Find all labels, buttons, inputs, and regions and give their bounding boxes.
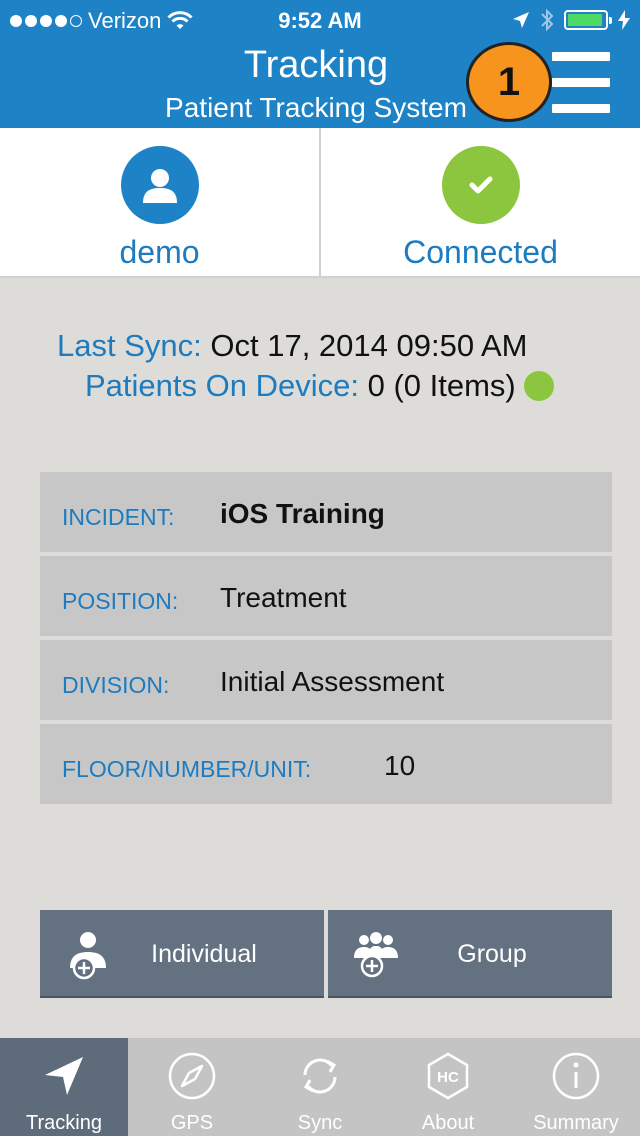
user-icon [120,146,199,224]
action-buttons: Individual Group [40,910,612,998]
compass-icon [166,1050,218,1102]
position-label: POSITION: [62,588,179,614]
tab-summary[interactable]: Summary [512,1038,640,1136]
division-field[interactable]: DIVISION: Initial Assessment [40,640,612,720]
tab-tracking[interactable]: Tracking [0,1038,128,1136]
division-value: Initial Assessment [220,666,445,697]
connection-tile[interactable]: Connected [319,128,640,276]
check-icon [441,146,520,224]
location-arrow-icon [513,12,529,28]
battery-icon [564,10,612,30]
position-field[interactable]: POSITION: Treatment [40,556,612,636]
tab-label: Sync [297,1112,343,1134]
charging-bolt-icon [618,10,630,30]
bluetooth-icon [541,8,554,32]
group-button[interactable]: Group [328,910,612,998]
tab-label: Summary [533,1112,619,1134]
sync-icon [294,1050,346,1102]
floor-value: 10 [384,750,416,781]
user-tile[interactable]: demo [0,128,319,276]
status-tiles: demo Connected [0,128,640,278]
tab-sync[interactable]: Sync [256,1038,384,1136]
hc-logo-icon: HC [422,1050,474,1102]
hamburger-line [552,104,610,113]
group-label: Group [457,940,527,968]
tab-about[interactable]: HC About [384,1038,512,1136]
hamburger-line [552,52,610,61]
division-label: DIVISION: [62,672,170,698]
individual-label: Individual [151,940,257,968]
username-label: demo [119,234,200,270]
tab-bar: Tracking GPS Sync HC About Summary [0,1038,640,1136]
step-badge: 1 [466,42,552,122]
incident-label: INCIDENT: [62,504,175,530]
patients-label: Patients On Device: [85,368,359,403]
status-right [512,8,630,32]
app-header: Verizon 9:52 AM Tracking Patient Trackin… [0,0,640,128]
status-bar: Verizon 9:52 AM [0,0,640,40]
patients-value: 0 (0 Items) [367,368,516,403]
tab-label: Tracking [26,1112,102,1134]
connection-status-label: Connected [403,234,558,270]
floor-label: FLOOR/NUMBER/UNIT: [62,756,312,782]
incident-fields: INCIDENT: iOS Training POSITION: Treatme… [40,472,612,808]
floor-field[interactable]: FLOOR/NUMBER/UNIT: 10 [40,724,612,804]
tab-gps[interactable]: GPS [128,1038,256,1136]
patients-row: Patients On Device: 0 (0 Items) [85,366,554,406]
incident-value: iOS Training [220,498,385,529]
tab-label: About [421,1112,475,1134]
menu-button[interactable] [552,52,610,113]
navigation-arrow-icon [38,1050,90,1102]
incident-field[interactable]: INCIDENT: iOS Training [40,472,612,552]
last-sync-label: Last Sync: [57,328,202,363]
individual-button[interactable]: Individual [40,910,324,998]
hamburger-line [552,78,610,87]
last-sync-row: Last Sync: Oct 17, 2014 09:50 AM [57,326,527,366]
sync-status-dot-icon [523,371,554,401]
last-sync-value: Oct 17, 2014 09:50 AM [210,328,528,363]
position-value: Treatment [220,582,347,613]
tab-label: GPS [170,1112,214,1134]
info-icon [550,1050,602,1102]
svg-text:HC: HC [437,1069,459,1086]
